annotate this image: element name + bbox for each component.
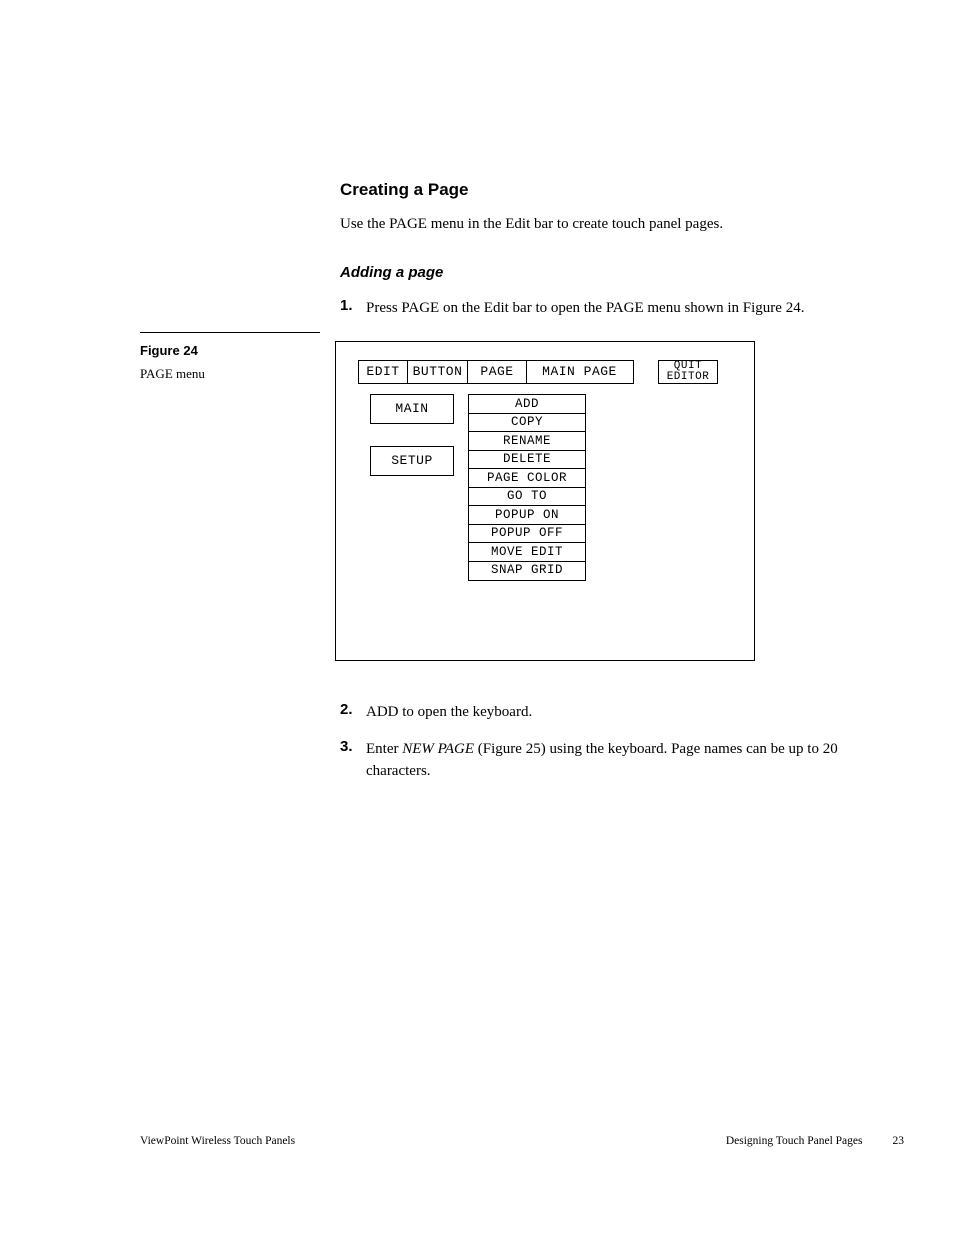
- page-button[interactable]: PAGE: [467, 360, 527, 384]
- toolbar-gap: [634, 360, 660, 384]
- subsection-heading: Adding a page: [340, 264, 900, 281]
- sidebar-rule: [140, 332, 320, 333]
- step-text: Press PAGE on the Edit bar to open the P…: [366, 297, 804, 320]
- page-footer: ViewPoint Wireless Touch Panels Designin…: [140, 1135, 904, 1147]
- emphasis-new-page: NEW PAGE: [402, 741, 474, 757]
- intro-text: Use the PAGE menu in the Edit bar to cre…: [340, 214, 900, 236]
- main-slot-button[interactable]: MAIN: [370, 394, 454, 424]
- step-2: 2. ADD to open the keyboard.: [340, 701, 900, 724]
- main-page-button[interactable]: MAIN PAGE: [526, 360, 634, 384]
- menu-popup-on[interactable]: POPUP ON: [468, 505, 586, 525]
- menu-popup-off[interactable]: POPUP OFF: [468, 524, 586, 544]
- quit-editor-button[interactable]: QUITEDITOR: [658, 360, 718, 384]
- footer-section-title: Designing Touch Panel Pages: [726, 1135, 863, 1147]
- page-menu: ADD COPY RENAME DELETE PAGE COLOR GO TO …: [468, 394, 586, 581]
- figure-label: Figure 24: [140, 343, 320, 358]
- menu-move-edit[interactable]: MOVE EDIT: [468, 542, 586, 562]
- editor-top-bar: EDIT BUTTON PAGE MAIN PAGE QUITEDITOR: [358, 360, 740, 384]
- footer-left: ViewPoint Wireless Touch Panels: [140, 1135, 295, 1147]
- menu-snap-grid[interactable]: SNAP GRID: [468, 561, 586, 581]
- step-text: Enter NEW PAGE (Figure 25) using the key…: [366, 738, 900, 783]
- step-1: 1. Press PAGE on the Edit bar to open th…: [340, 297, 900, 320]
- section-heading: Creating a Page: [340, 180, 900, 200]
- footer-page-number: 23: [893, 1135, 905, 1147]
- menu-add[interactable]: ADD: [468, 394, 586, 414]
- figure-caption: PAGE menu: [140, 366, 320, 382]
- step-text: ADD to open the keyboard.: [366, 701, 532, 724]
- step-3: 3. Enter NEW PAGE (Figure 25) using the …: [340, 738, 900, 783]
- setup-slot-button[interactable]: SETUP: [370, 446, 454, 476]
- step-number: 2.: [340, 701, 366, 724]
- button-button[interactable]: BUTTON: [407, 360, 469, 384]
- menu-copy[interactable]: COPY: [468, 413, 586, 433]
- figure-24-panel: EDIT BUTTON PAGE MAIN PAGE QUITEDITOR MA…: [335, 341, 900, 661]
- edit-button[interactable]: EDIT: [358, 360, 408, 384]
- step-number: 1.: [340, 297, 366, 320]
- menu-delete[interactable]: DELETE: [468, 450, 586, 470]
- menu-page-color[interactable]: PAGE COLOR: [468, 468, 586, 488]
- step-number: 3.: [340, 738, 366, 783]
- menu-rename[interactable]: RENAME: [468, 431, 586, 451]
- menu-go-to[interactable]: GO TO: [468, 487, 586, 507]
